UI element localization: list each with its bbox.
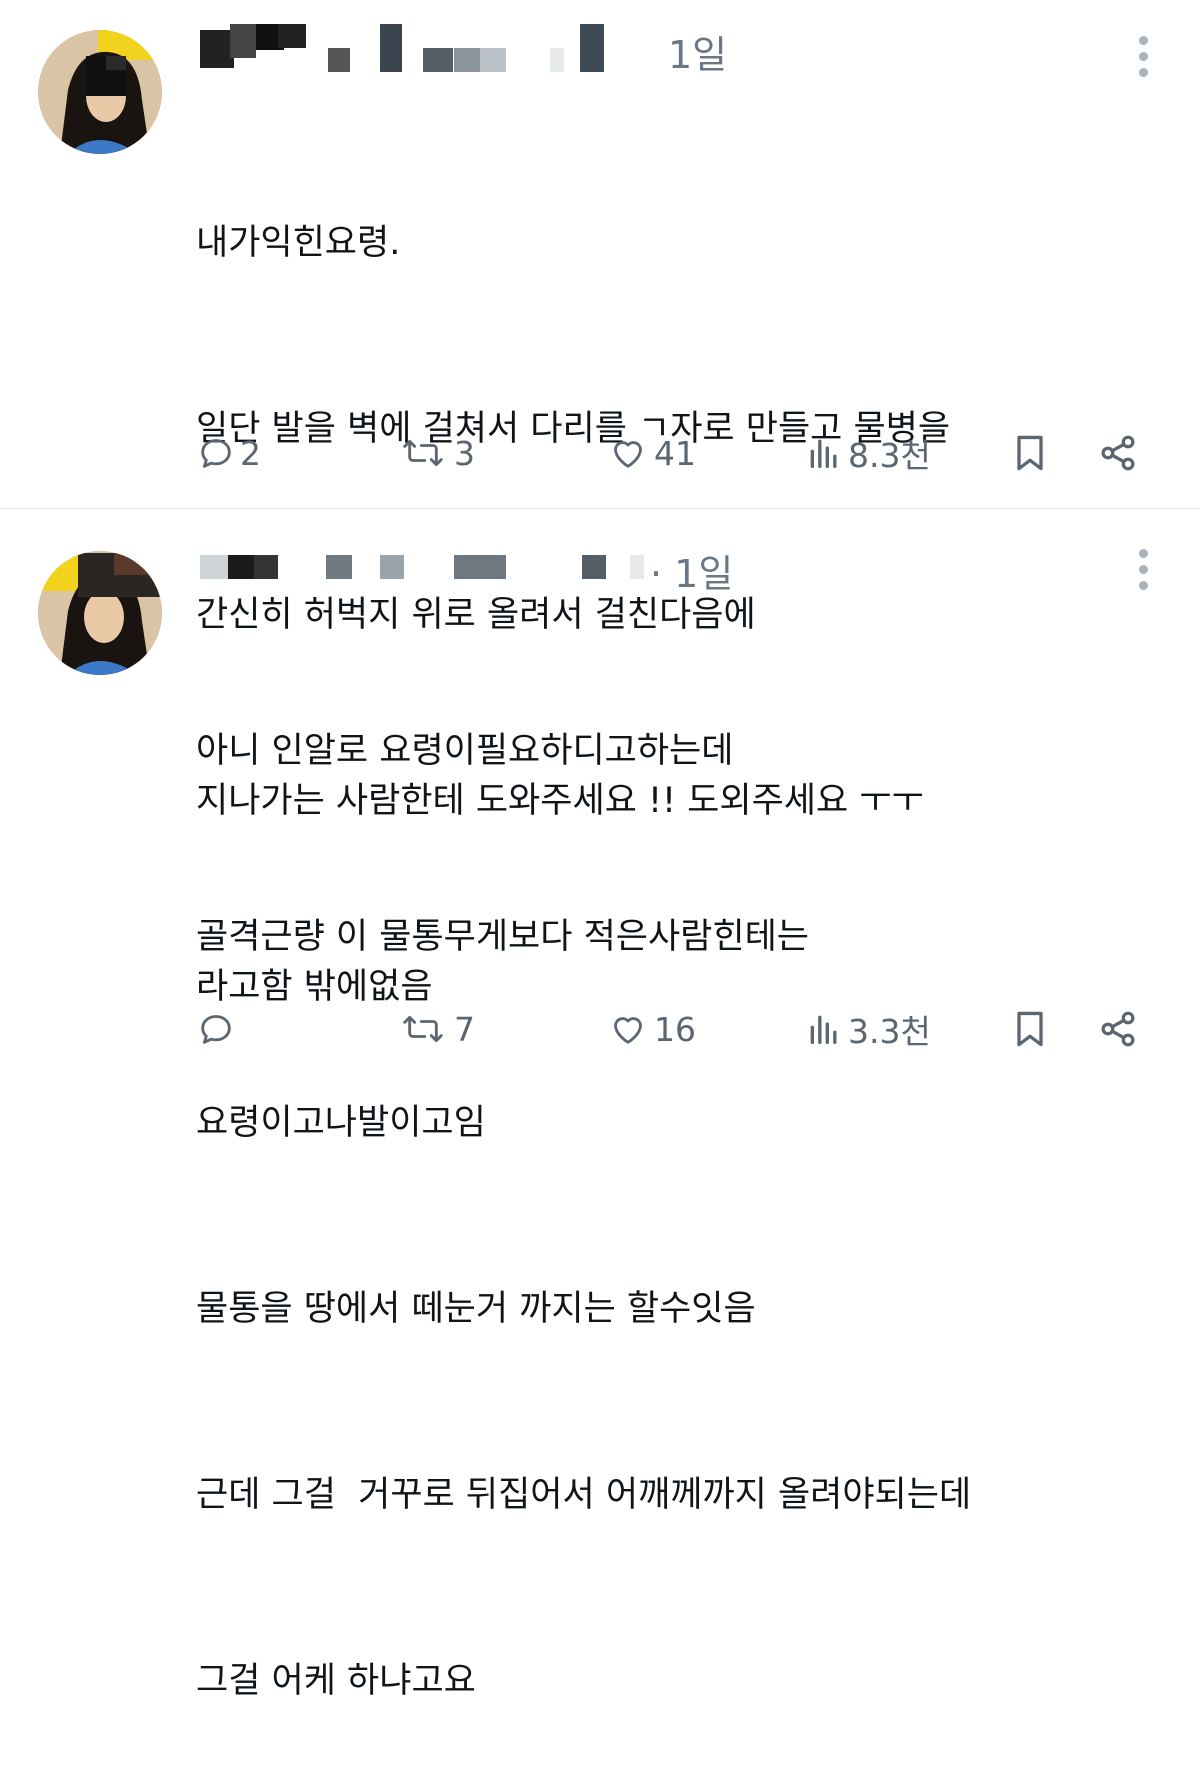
views-button[interactable]: 3.3천 <box>804 1004 931 1054</box>
post-line: 아니 인알로 요령이필요하디고하는데 <box>196 731 734 771</box>
repost-count: 7 <box>454 1009 475 1049</box>
post-1: 1일 내가익힌요령. 일단 발을 벽에 걸쳐서 다리를 ㄱ자로 만들고 물병을 … <box>0 0 1200 1007</box>
speech-bubble-icon <box>201 1015 231 1044</box>
repost-button[interactable]: 7 <box>396 1004 475 1054</box>
reply-button[interactable]: 2 <box>196 428 261 478</box>
avatar[interactable] <box>38 551 162 675</box>
reply-count: 2 <box>240 433 261 473</box>
like-button[interactable]: 16 <box>606 1004 696 1054</box>
like-button[interactable]: 41 <box>606 428 696 478</box>
post-time[interactable]: · 1일 <box>650 543 733 598</box>
repost-arrows-icon <box>403 439 443 467</box>
reply-button[interactable] <box>196 1004 240 1054</box>
view-count: 3.3천 <box>848 1012 931 1051</box>
bar-chart-icon <box>810 439 837 468</box>
avatar-image <box>38 30 162 154</box>
bookmark-button[interactable] <box>1008 1004 1052 1054</box>
share-icon <box>1101 1011 1135 1047</box>
repost-arrows-icon <box>403 1015 443 1043</box>
speech-bubble-icon <box>201 439 231 468</box>
share-button[interactable] <box>1096 428 1140 478</box>
views-button[interactable]: 8.3천 <box>804 428 931 478</box>
post-line: 요령이고나발이고임 <box>196 1103 486 1143</box>
action-bar: 2 3 41 8.3천 <box>196 428 1156 478</box>
bookmark-icon <box>1017 1011 1043 1047</box>
repost-count: 3 <box>454 433 475 473</box>
bookmark-button[interactable] <box>1008 428 1052 478</box>
post-line: 물통을 땅에서 떼눈거 까지는 할수잇음 <box>196 1289 756 1329</box>
heart-icon <box>614 1017 642 1044</box>
avatar-image <box>38 551 162 675</box>
like-count: 16 <box>654 1009 696 1049</box>
view-count: 8.3천 <box>848 436 931 475</box>
bar-chart-icon <box>810 1015 837 1044</box>
post-line: 내가익힌요령. <box>196 223 401 263</box>
more-options-button[interactable] <box>1134 545 1154 595</box>
post-line: 골격근량 이 물통무게보다 적은사람힌테는 <box>196 917 809 957</box>
more-options-button[interactable] <box>1134 32 1154 82</box>
post-header: 1일 <box>198 18 1098 78</box>
like-count: 41 <box>654 433 696 473</box>
share-icon <box>1101 435 1135 471</box>
post-body: 아니 인알로 요령이필요하디고하는데 골격근량 이 물통무게보다 적은사람힌테는… <box>196 596 1156 1774</box>
post-time[interactable]: 1일 <box>668 24 727 79</box>
action-bar: 7 16 3.3천 <box>196 1004 1156 1054</box>
post-header: · 1일 <box>198 537 1098 597</box>
bookmark-icon <box>1017 435 1043 471</box>
post-line: 근데 그걸 거꾸로 뒤집어서 어깨께까지 올려야되는데 <box>196 1475 972 1515</box>
repost-button[interactable]: 3 <box>396 428 475 478</box>
avatar[interactable] <box>38 30 162 154</box>
heart-icon <box>614 441 642 468</box>
post-divider <box>0 508 1200 509</box>
post-line: 그걸 어케 하냐고요 <box>196 1661 476 1701</box>
share-button[interactable] <box>1096 1004 1140 1054</box>
